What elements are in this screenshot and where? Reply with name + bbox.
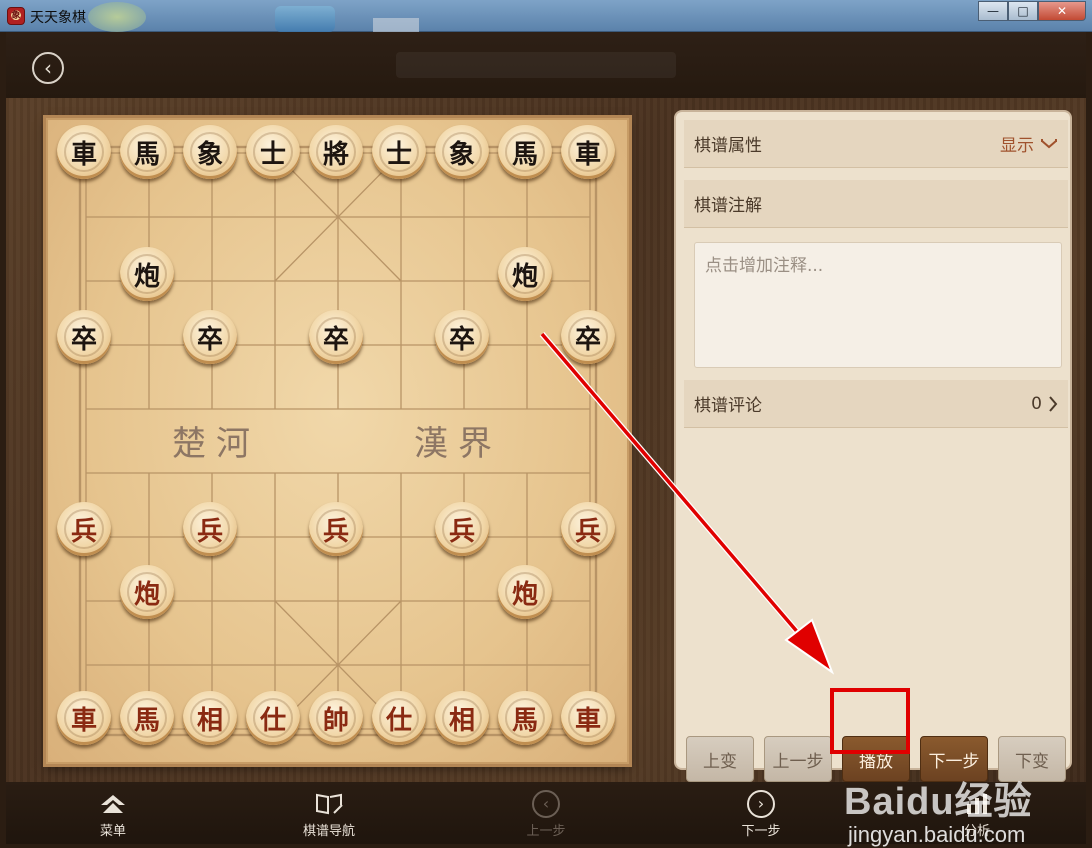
piece-red-elephant[interactable]: 相 bbox=[183, 691, 237, 745]
play-highlight-box bbox=[830, 688, 910, 754]
piece-black-cannon[interactable]: 炮 bbox=[120, 247, 174, 301]
piece-red-chariot[interactable]: 車 bbox=[57, 691, 111, 745]
bottom-prev-button[interactable]: ‹ 上一步 bbox=[491, 790, 601, 839]
piece-black-chariot[interactable]: 車 bbox=[561, 125, 615, 179]
desktop-background bbox=[275, 6, 335, 32]
close-button[interactable]: ✕ bbox=[1038, 1, 1086, 21]
piece-black-soldier[interactable]: 卒 bbox=[435, 310, 489, 364]
app-icon: 象 bbox=[7, 7, 25, 25]
piece-red-advisor[interactable]: 仕 bbox=[372, 691, 426, 745]
piece-black-elephant[interactable]: 象 bbox=[435, 125, 489, 179]
properties-label: 棋谱属性 bbox=[694, 136, 762, 156]
piece-black-soldier[interactable]: 卒 bbox=[309, 310, 363, 364]
piece-red-soldier[interactable]: 兵 bbox=[435, 502, 489, 556]
river-label-han: 漢界 bbox=[414, 424, 502, 464]
piece-red-soldier[interactable]: 兵 bbox=[57, 502, 111, 556]
app-window: ‹ 楚河 漢界 車 馬 象 士 將 士 象 馬 車 炮 炮 卒 卒 卒 卒 卒 … bbox=[6, 32, 1086, 847]
chevron-left-icon: ‹ bbox=[44, 56, 52, 80]
piece-black-general[interactable]: 將 bbox=[309, 125, 363, 179]
record-panel: 棋谱属性 显示 棋谱注解 点击增加注释... 棋谱评论 0 上变 上一步 播放 … bbox=[674, 110, 1072, 782]
piece-red-cannon[interactable]: 炮 bbox=[120, 565, 174, 619]
annotation-input[interactable]: 点击增加注释... bbox=[694, 242, 1062, 368]
record-navigation-button[interactable]: 棋谱导航 bbox=[274, 790, 384, 839]
piece-red-soldier[interactable]: 兵 bbox=[561, 502, 615, 556]
desktop-background bbox=[88, 2, 146, 32]
properties-row[interactable]: 棋谱属性 显示 bbox=[684, 120, 1068, 168]
book-icon bbox=[314, 790, 344, 818]
piece-black-horse[interactable]: 馬 bbox=[498, 125, 552, 179]
annotation-row: 棋谱注解 bbox=[684, 180, 1068, 228]
board-grid bbox=[78, 145, 598, 737]
chevron-right-icon bbox=[1049, 395, 1058, 412]
properties-toggle[interactable]: 显示 bbox=[1000, 131, 1058, 156]
piece-red-horse[interactable]: 馬 bbox=[498, 691, 552, 745]
desktop-background bbox=[373, 18, 419, 32]
bottom-next-button[interactable]: › 下一步 bbox=[706, 790, 816, 839]
back-button[interactable]: ‹ bbox=[32, 52, 64, 84]
menu-icon bbox=[98, 790, 128, 818]
piece-red-advisor[interactable]: 仕 bbox=[246, 691, 300, 745]
maximize-button[interactable]: □ bbox=[1008, 1, 1038, 21]
piece-black-chariot[interactable]: 車 bbox=[57, 125, 111, 179]
comments-count: 0 bbox=[1031, 394, 1058, 414]
menu-button[interactable]: 菜单 bbox=[58, 790, 168, 839]
annotation-label: 棋谱注解 bbox=[694, 196, 762, 216]
piece-black-soldier[interactable]: 卒 bbox=[561, 310, 615, 364]
watermark-url: jingyan.baidu.com bbox=[848, 822, 1026, 847]
window-titlebar: 象 天天象棋 — □ ✕ bbox=[0, 0, 1092, 32]
piece-red-horse[interactable]: 馬 bbox=[120, 691, 174, 745]
minimize-button[interactable]: — bbox=[978, 1, 1008, 21]
watermark-logo: Baidu经验 bbox=[844, 781, 1033, 823]
piece-black-soldier[interactable]: 卒 bbox=[183, 310, 237, 364]
piece-black-elephant[interactable]: 象 bbox=[183, 125, 237, 179]
comments-row[interactable]: 棋谱评论 0 bbox=[684, 380, 1068, 428]
chevron-right-circle-icon: › bbox=[747, 790, 775, 818]
piece-black-advisor[interactable]: 士 bbox=[246, 125, 300, 179]
piece-black-advisor[interactable]: 士 bbox=[372, 125, 426, 179]
chevron-down-icon bbox=[1041, 138, 1057, 148]
piece-red-soldier[interactable]: 兵 bbox=[183, 502, 237, 556]
chess-board[interactable]: 楚河 漢界 bbox=[46, 118, 629, 764]
piece-red-general[interactable]: 帥 bbox=[309, 691, 363, 745]
blurred-title bbox=[396, 52, 676, 78]
chevron-left-circle-icon: ‹ bbox=[532, 790, 560, 818]
piece-black-soldier[interactable]: 卒 bbox=[57, 310, 111, 364]
piece-red-elephant[interactable]: 相 bbox=[435, 691, 489, 745]
window-title: 天天象棋 bbox=[30, 10, 86, 26]
top-bar: ‹ bbox=[6, 32, 1086, 98]
piece-black-cannon[interactable]: 炮 bbox=[498, 247, 552, 301]
piece-red-soldier[interactable]: 兵 bbox=[309, 502, 363, 556]
prev-variation-button[interactable]: 上变 bbox=[686, 736, 754, 782]
piece-red-chariot[interactable]: 車 bbox=[561, 691, 615, 745]
piece-black-horse[interactable]: 馬 bbox=[120, 125, 174, 179]
window-controls: — □ ✕ bbox=[978, 1, 1086, 21]
piece-red-cannon[interactable]: 炮 bbox=[498, 565, 552, 619]
river-label-chu: 楚河 bbox=[172, 424, 260, 464]
prev-step-button[interactable]: 上一步 bbox=[764, 736, 832, 782]
comments-label: 棋谱评论 bbox=[694, 396, 762, 416]
